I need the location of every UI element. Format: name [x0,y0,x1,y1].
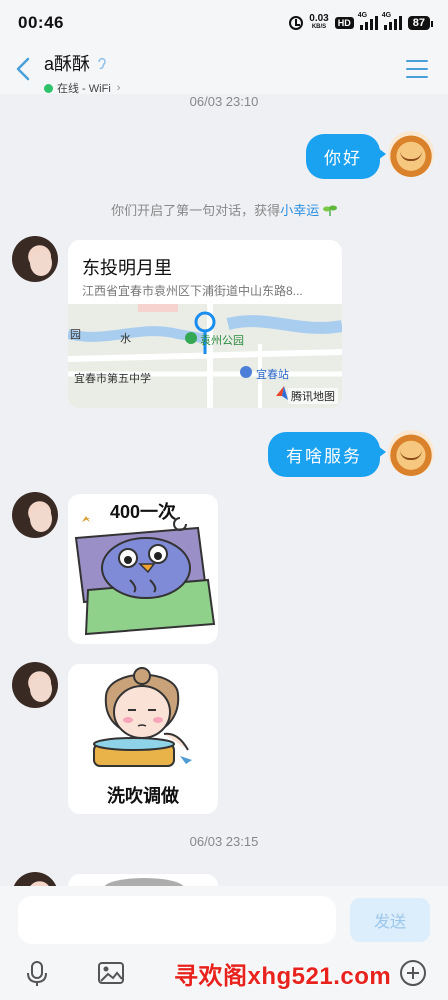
timestamp: 06/03 23:15 [189,834,259,849]
chevron-right-icon: › [116,82,121,94]
outgoing-message[interactable]: 你好 [306,134,386,179]
network-speed: 0.03 KB/S [309,14,328,32]
hd-badge: HD [334,17,354,29]
contact-avatar[interactable] [12,236,58,282]
send-button[interactable]: 发送 [350,898,430,942]
map-label: 袁州公园 [200,335,244,347]
ear-icon [98,57,106,70]
timestamp: 06/03 23:10 [189,94,259,109]
sticker-message[interactable]: 400一次 [68,494,218,644]
map-label: 宜春市第五中学 [74,373,151,385]
contact-avatar[interactable] [12,662,58,708]
lucky-link[interactable]: 小幸运 [280,203,319,218]
menu-icon[interactable] [406,60,428,78]
status-time: 00:46 [18,13,64,32]
plus-icon[interactable] [398,958,428,988]
system-message: 你们开启了第一句对话，获得小幸运 [0,200,448,219]
input-bar: 发送 寻欢阁xhg521.com [0,886,448,1000]
map-label: 宜春站 [256,369,289,381]
network-speed-value: 0.03 [309,13,329,24]
sticker-caption: 洗吹调做 [107,786,179,806]
my-avatar[interactable] [388,430,434,476]
chat-header: a酥酥 在线 - WiFi › [0,46,448,96]
map-label: 园 [70,329,81,341]
signal-icon-sim1: 4G [358,12,378,30]
outgoing-message[interactable]: 有啥服务 [268,432,386,477]
chat-title-box[interactable]: a酥酥 在线 - WiFi › [44,50,120,96]
sticker-caption: 400一次 [109,502,177,522]
system-message-text: 你们开启了第一句对话，获得 [111,203,281,218]
contact-name: a酥酥 [44,54,91,74]
watermark: 寻欢阁xhg521.com [174,963,392,990]
sim2-network-type: 4G [381,12,392,19]
microphone-icon[interactable] [22,958,52,988]
sprout-icon [322,205,337,216]
map-attribution: 腾讯地图 [288,388,338,404]
map-label: 水 [120,333,131,345]
location-address: 江西省宜春市袁州区下浦街道中山东路8... [82,284,303,298]
contact-avatar[interactable] [12,872,58,886]
chat-area[interactable]: 06/03 23:10 你好 你们开启了第一句对话，获得小幸运 东投明月里 江西… [0,94,448,886]
alarm-icon [289,16,304,30]
status-icons: 0.03 KB/S HD 4G 4G 87 [289,12,434,32]
location-card[interactable]: 东投明月里 江西省宜春市袁州区下浦街道中山东路8... 袁州公园 宜春市第五中学… [68,240,342,408]
sim1-network-type: 4G [357,12,368,19]
online-dot-icon [44,83,53,93]
status-bar: 00:46 0.03 KB/S HD 4G 4G 87 [0,0,448,46]
contact-avatar[interactable] [12,492,58,538]
sticker-message[interactable] [68,874,218,886]
chat-title: a酥酥 [44,50,120,76]
battery-icon: 87 [407,16,434,30]
signal-icon-sim2: 4G [382,12,402,30]
network-speed-unit: KB/S [311,24,327,30]
partial-sticker [104,878,184,886]
image-icon[interactable] [96,958,126,988]
location-name: 东投明月里 [82,258,172,278]
sticker-message[interactable]: 洗吹调做 [68,664,218,814]
my-avatar[interactable] [388,131,434,177]
location-map[interactable]: 袁州公园 宜春市第五中学 宜春站 园 水 腾讯地图 [68,304,342,408]
message-input[interactable] [18,896,336,944]
back-arrow-icon[interactable] [14,56,34,82]
